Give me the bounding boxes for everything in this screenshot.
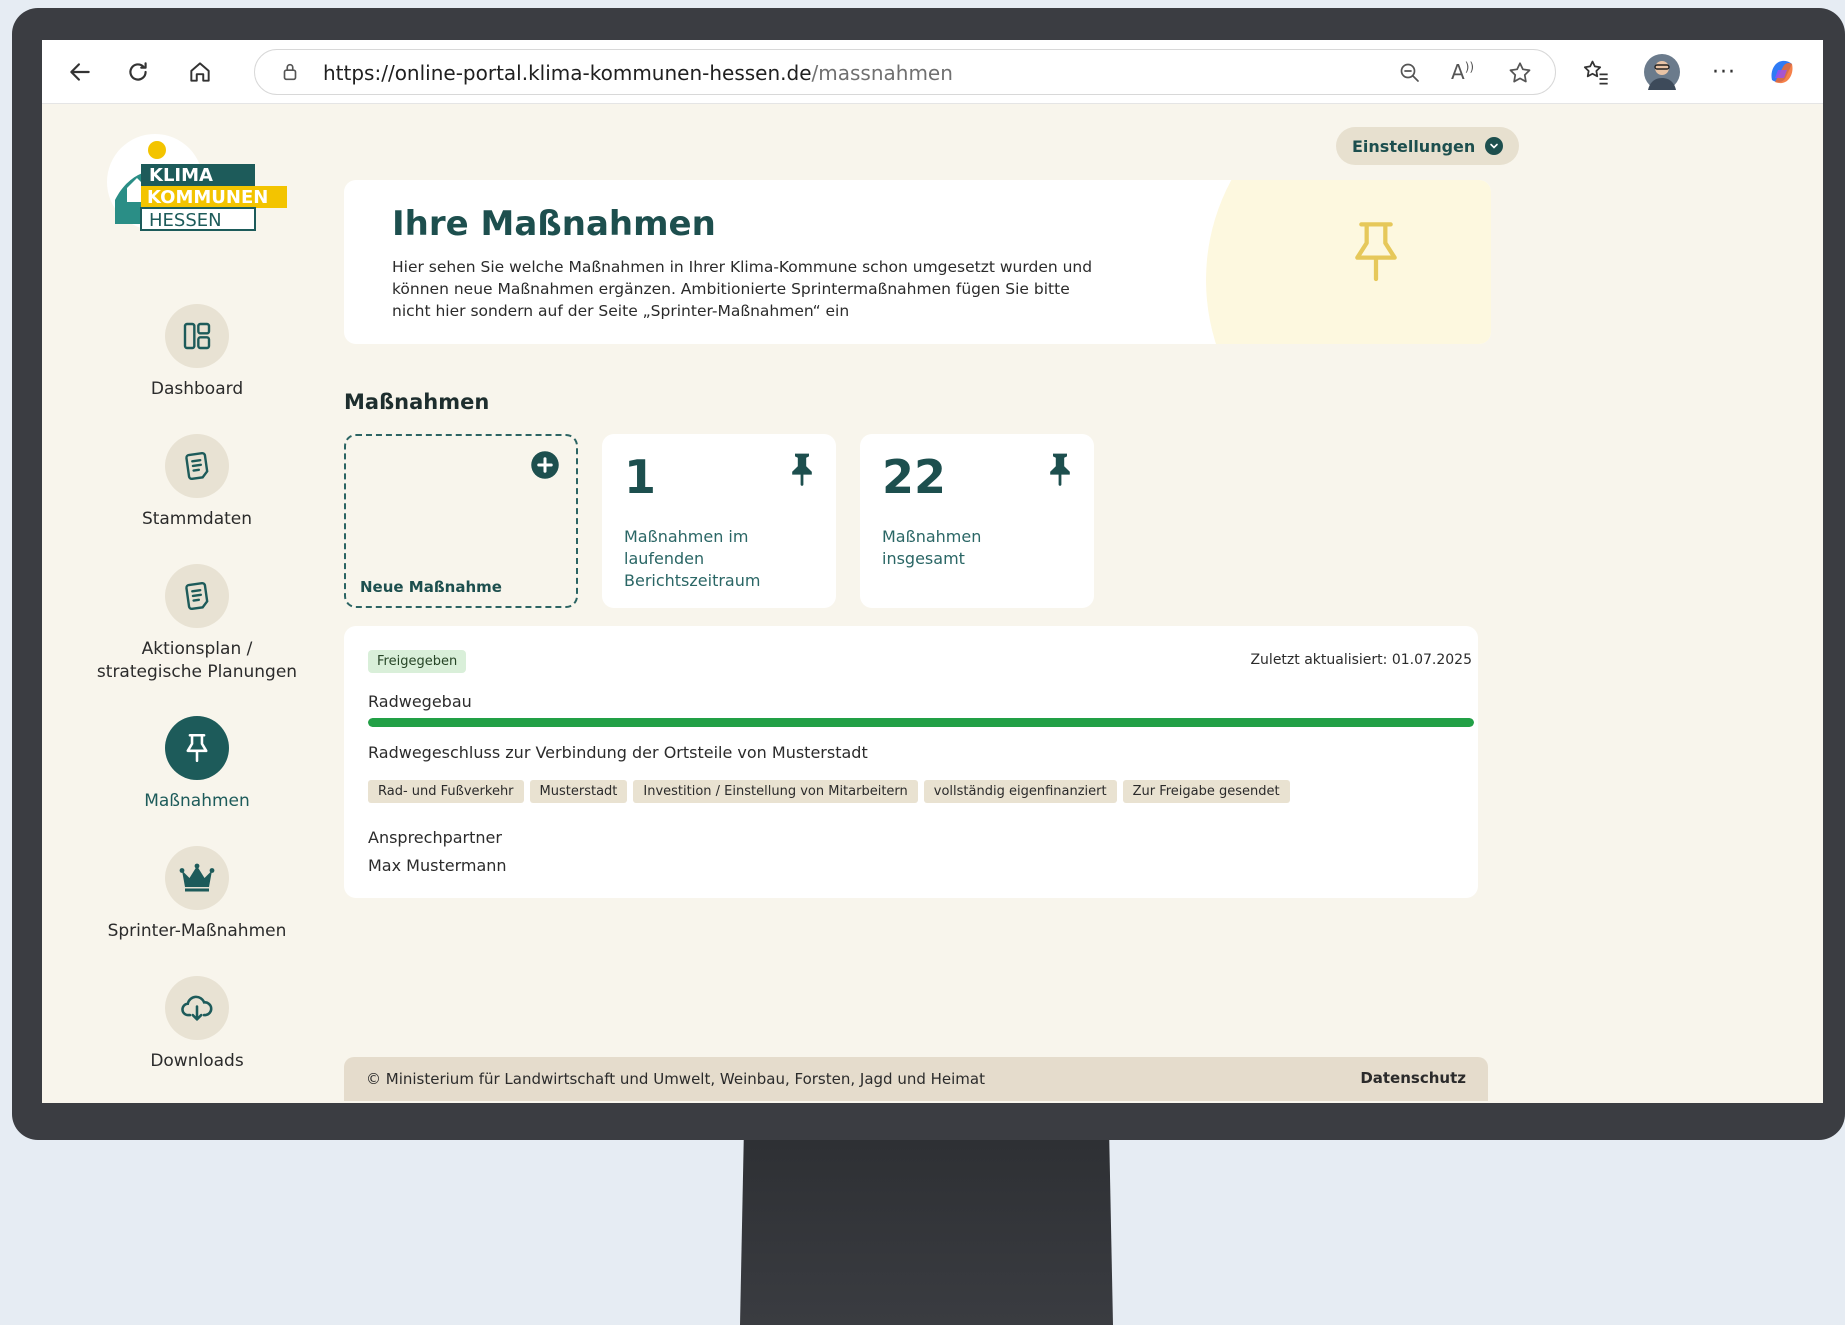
crown-icon [179,863,215,892]
address-bar[interactable]: https://online-portal.klima-kommunen-hes… [254,49,1556,95]
page-header-card: Ihre Maßnahmen Hier sehen Sie welche Maß… [344,180,1491,344]
url-host: https://online-portal.klima-kommunen-hes… [323,61,812,85]
sidebar-item-label: Stammdaten [141,509,253,529]
sidebar-item-label: Aktionsplan / strategische Planungen [96,639,298,682]
nav-circle [165,976,229,1040]
pin-icon [186,733,208,763]
page-title: Ihre Maßnahmen [392,204,716,244]
screen: https://online-portal.klima-kommunen-hes… [42,40,1823,1103]
document-icon [185,451,209,481]
app-content: KLIMA KOMMUNEN HESSEN Dashboard Stammdat… [42,104,1823,1103]
new-measure-card[interactable]: Neue Maßnahme [344,434,578,608]
tag: vollständig eigenfinanziert [923,780,1117,803]
pushpin-icon [788,452,816,490]
stat-card-current-period: 1 Maßnahmen im laufenden Berichtszeitrau… [602,434,836,608]
dashboard-icon [183,322,211,350]
privacy-link[interactable]: Datenschutz [1360,1069,1466,1087]
sidebar-item-label: Downloads [150,1051,244,1071]
progress-bar [368,718,1474,727]
chevron-down-icon [1485,137,1504,155]
sidebar-item-massnahmen[interactable]: Maßnahmen [82,716,312,813]
settings-label: Einstellungen [1352,136,1476,156]
copyright-text: © Ministerium für Landwirtschaft und Umw… [366,1070,985,1088]
browser-toolbar: https://online-portal.klima-kommunen-hes… [42,40,1823,104]
contact-label: Ansprechpartner [368,828,502,847]
copilot-icon[interactable] [1766,56,1798,88]
settings-button[interactable]: Einstellungen [1336,127,1520,165]
nav-circle [165,564,229,628]
tag-list: Rad- und Fußverkehr Musterstadt Investit… [368,780,1290,803]
lock-icon[interactable] [279,61,301,87]
logo-line1: KLIMA [149,165,213,186]
measure-card[interactable]: Freigegeben Zuletzt aktualisiert: 01.07.… [344,626,1478,898]
pin-icon [1344,216,1408,290]
stat-label: Maßnahmen insgesamt [882,527,982,568]
url-path: /massnahmen [811,61,953,85]
favorites-list-icon[interactable] [1580,56,1612,88]
nav-circle [165,304,229,368]
measure-description: Radwegeschluss zur Verbindung der Ortste… [368,743,868,762]
section-title: Maßnahmen [344,390,490,414]
status-badge: Freigegeben [368,650,467,673]
pushpin-icon [1046,452,1074,490]
nav-circle [165,716,229,780]
favorite-star-icon[interactable] [1507,60,1533,90]
back-icon[interactable] [64,56,96,88]
sidebar-item-dashboard[interactable]: Dashboard [82,304,312,401]
progress-fill [368,718,1474,727]
measure-title: Radwegebau [368,692,472,711]
sidebar-item-label: Dashboard [150,379,244,399]
sidebar-item-aktionsplan[interactable]: Aktionsplan / strategische Planungen [82,564,312,684]
logo-line3: HESSEN [149,210,222,231]
footer: © Ministerium für Landwirtschaft und Umw… [344,1057,1488,1101]
klima-kommunen-logo[interactable]: KLIMA KOMMUNEN HESSEN [107,130,287,232]
sidebar-item-stammdaten[interactable]: Stammdaten [82,434,312,531]
tag: Zur Freigabe gesendet [1122,780,1290,803]
tag: Musterstadt [529,780,628,803]
tag: Rad- und Fußverkehr [368,780,524,803]
contact-name: Max Mustermann [368,856,507,875]
home-icon[interactable] [184,56,216,88]
sidebar-item-sprinter-massnahmen[interactable]: Sprinter-Maßnahmen [82,846,312,943]
nav-circle [165,846,229,910]
monitor-stand [740,1140,1113,1325]
stat-value: 22 [882,450,947,504]
sidebar-item-label: Maßnahmen [144,791,250,811]
plus-circle-icon[interactable] [530,450,560,484]
tag: Investition / Einstellung von Mitarbeite… [633,780,918,803]
stat-label: Maßnahmen im laufenden Berichtszeitraum [624,527,761,590]
sidebar-item-downloads[interactable]: Downloads [82,976,312,1073]
read-aloud-icon[interactable]: A)) [1451,60,1474,84]
nav-circle [165,434,229,498]
cloud-download-icon [181,995,213,1021]
sidebar-item-label: Sprinter-Maßnahmen [107,921,287,941]
new-measure-label: Neue Maßnahme [360,578,502,596]
stat-card-total: 22 Maßnahmen insgesamt [860,434,1094,608]
reload-icon[interactable] [122,56,154,88]
profile-avatar[interactable] [1644,54,1680,90]
url-text: https://online-portal.klima-kommunen-hes… [323,61,953,85]
logo-line2: KOMMUNEN [147,187,268,208]
stat-value: 1 [624,450,657,504]
page-description: Hier sehen Sie welche Maßnahmen in Ihrer… [392,258,1093,320]
sidebar: KLIMA KOMMUNEN HESSEN Dashboard Stammdat… [82,104,312,1103]
document-icon [185,581,209,611]
more-menu-icon[interactable]: ··· [1708,56,1740,88]
last-updated: Zuletzt aktualisiert: 01.07.2025 [1250,652,1472,668]
zoom-out-icon[interactable] [1398,61,1422,89]
